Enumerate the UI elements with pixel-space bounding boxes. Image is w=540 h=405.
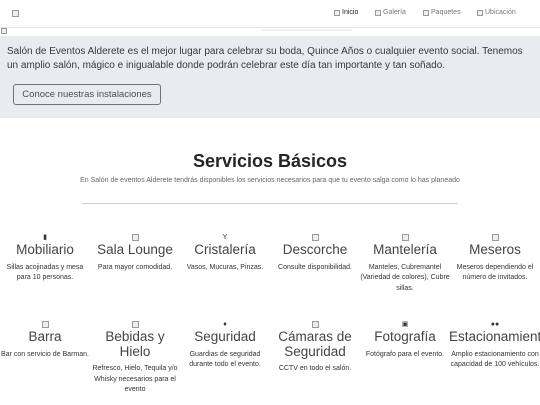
location-icon: [477, 9, 483, 16]
service-fotografia: ▣ Fotografía Fotógrafo para el evento.: [359, 321, 451, 360]
bar-icon: [41, 321, 49, 328]
service-cristaleria: Y Cristalería Vasos, Mucuras, Pinzas.: [179, 234, 271, 273]
nav-item-inicio[interactable]: Inicio: [334, 9, 358, 16]
brand-logo-broken-image[interactable]: [12, 10, 19, 17]
service-meseros: Meseros Meseros dependiendo el número de…: [449, 234, 540, 284]
services-title: Servicios Básicos: [192, 151, 348, 171]
conoce-instalaciones-button[interactable]: Conoce nuestras instalaciones: [13, 84, 161, 105]
drink-icon: [131, 321, 139, 328]
tablecloth-icon: [401, 234, 409, 241]
service-title: Meseros: [469, 242, 521, 257]
service-camaras-seguridad: Cámaras de Seguridad CCTV en todo el sal…: [269, 321, 361, 375]
waiter-icon: [491, 234, 499, 241]
nav-item-galeria[interactable]: Galería: [375, 9, 406, 16]
service-desc: Amplio estacionamiento con capacidad de …: [450, 350, 540, 369]
navbar: Inicio Galería Paquetes Ubicación: [0, 0, 540, 28]
service-desc: Guardias de seguridad durante todo el ev…: [189, 350, 261, 369]
package-icon: [423, 9, 429, 16]
shield-icon: ♦: [223, 321, 227, 328]
chair-icon: ▮: [43, 234, 47, 241]
sofa-icon: [131, 234, 139, 241]
service-bebidas-hielo: Bebidas y Hielo Refresco, Hielo, Tequila…: [89, 321, 181, 396]
service-desc: Sillas acojinadas y mesa para 10 persona…: [6, 263, 84, 282]
service-desc: Consulte disponibilidad.: [278, 263, 352, 271]
nav-item-label: Paquetes: [431, 9, 461, 16]
service-estacionamiento: ●● Estacionamiento Amplio estacionamient…: [449, 321, 540, 371]
service-title: Barra: [28, 329, 62, 344]
nav-item-ubicacion[interactable]: Ubicación: [477, 9, 516, 16]
intro-jumbotron: Salón de Eventos Alderete es el mejor lu…: [0, 36, 540, 118]
service-title: Bebidas y Hielo: [105, 329, 165, 359]
service-title: Sala Lounge: [97, 242, 173, 257]
service-descorche: Descorche Consulte disponibilidad.: [269, 234, 361, 273]
service-desc: Para mayor comodidad.: [97, 263, 173, 271]
service-desc: CCTV en todo el salón.: [278, 365, 352, 372]
service-title: Mobiliario: [16, 242, 74, 257]
service-manteleria: Mantelería Manteles, Cubremantel (Varied…: [359, 234, 451, 294]
nav-item-label: Inicio: [342, 9, 359, 16]
hero-broken-image: [1, 28, 7, 34]
nav-item-label: Galería: [383, 9, 406, 16]
service-desc: Manteles, Cubremantel (Variedad de color…: [360, 263, 450, 292]
services-divider: [82, 203, 458, 204]
service-desc: Meseros dependiendo el número de invitad…: [456, 263, 534, 282]
nav-item-label: Ubicación: [485, 9, 516, 16]
hero-divider: [262, 29, 352, 31]
bottle-icon: [311, 234, 319, 241]
service-seguridad: ♦ Seguridad Guardias de seguridad durant…: [179, 321, 271, 371]
gallery-icon: [375, 9, 381, 16]
home-icon: [334, 9, 340, 16]
service-title: Fotografía: [374, 329, 436, 344]
intro-text: Salón de Eventos Alderete es el mejor lu…: [7, 46, 523, 71]
service-desc: Vasos, Mucuras, Pinzas.: [186, 263, 264, 271]
hero-image-strip: [0, 28, 540, 36]
service-barra: Barra Bar con servicio de Barman.: [0, 321, 91, 360]
camera-cctv-icon: [311, 321, 319, 328]
glass-icon: Y: [222, 234, 228, 241]
car-icon: ●●: [490, 321, 500, 328]
service-mobiliario: ▮ Mobiliario Sillas acojinadas y mesa pa…: [0, 234, 91, 284]
service-title: Mantelería: [373, 242, 437, 257]
service-title: Estacionamiento: [449, 329, 540, 344]
service-title: Cámaras de Seguridad: [278, 329, 352, 359]
service-desc: Fotógrafo para el evento.: [365, 350, 445, 358]
service-title: Cristalería: [194, 242, 256, 257]
service-title: Descorche: [282, 242, 348, 257]
service-sala-lounge: Sala Lounge Para mayor comodidad.: [89, 234, 181, 273]
service-desc: Refresco, Hielo, Tequila y/o Whisky nece…: [92, 365, 178, 393]
service-title: Seguridad: [194, 329, 256, 344]
services-subtitle: En Salón de eventos Alderete tendrás dis…: [80, 177, 460, 184]
service-desc: Bar con servicio de Barman.: [1, 350, 89, 358]
camera-icon: ▣: [401, 321, 409, 328]
nav-item-paquetes[interactable]: Paquetes: [423, 9, 461, 16]
